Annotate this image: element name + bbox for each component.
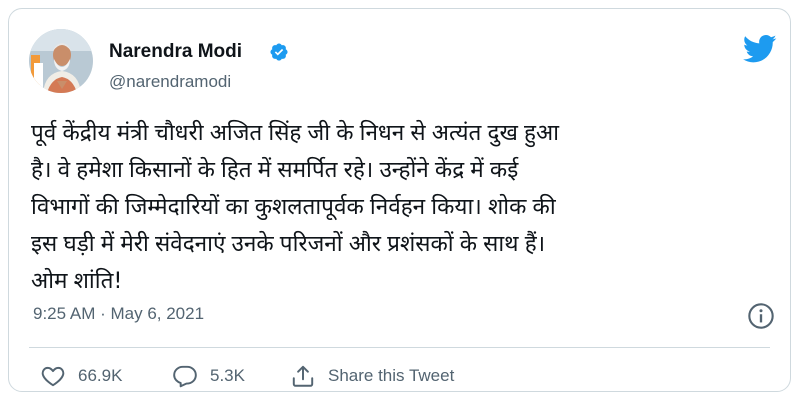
like-count: 66.9K <box>78 366 123 385</box>
tweet-timestamp[interactable]: 9:25 AM · May 6, 2021 <box>33 304 204 324</box>
tweet-text-line: विभागों की जिम्मेदारियों का कुशलतापूर्वक… <box>31 194 556 220</box>
verified-badge-icon <box>270 43 288 61</box>
tweet-text-line: पूर्व केंद्रीय मंत्री चौधरी अजित सिंह जी… <box>31 120 559 146</box>
twitter-bird-icon[interactable] <box>743 34 777 64</box>
avatar[interactable] <box>29 29 93 93</box>
divider <box>29 347 770 348</box>
info-icon[interactable] <box>747 302 775 330</box>
reply-button[interactable]: 5.3K <box>172 362 245 390</box>
author-handle[interactable]: @narendramodi <box>109 72 231 92</box>
tweet-card: Narendra Modi @narendramodi पूर्व केंद्र… <box>8 8 791 392</box>
author-name[interactable]: Narendra Modi <box>109 41 242 63</box>
share-button[interactable]: Share this Tweet <box>290 362 454 390</box>
like-button[interactable]: 66.9K <box>40 362 122 390</box>
share-label: Share this Tweet <box>328 366 455 385</box>
reply-bubble-icon <box>173 365 197 388</box>
reply-count: 5.3K <box>210 366 245 385</box>
tweet-text-line: इस घड़ी में मेरी संवेदनाएं उनके परिजनों … <box>31 231 546 257</box>
avatar-image <box>29 29 93 93</box>
tweet-text: पूर्व केंद्रीय मंत्री चौधरी अजित सिंह जी… <box>31 115 776 300</box>
heart-icon <box>41 366 65 387</box>
share-upload-icon <box>292 365 314 387</box>
tweet-text-line: है। वे हमेशा किसानों के हित में समर्पित … <box>31 157 519 183</box>
tweet-text-line: ओम शांति! <box>31 268 123 294</box>
